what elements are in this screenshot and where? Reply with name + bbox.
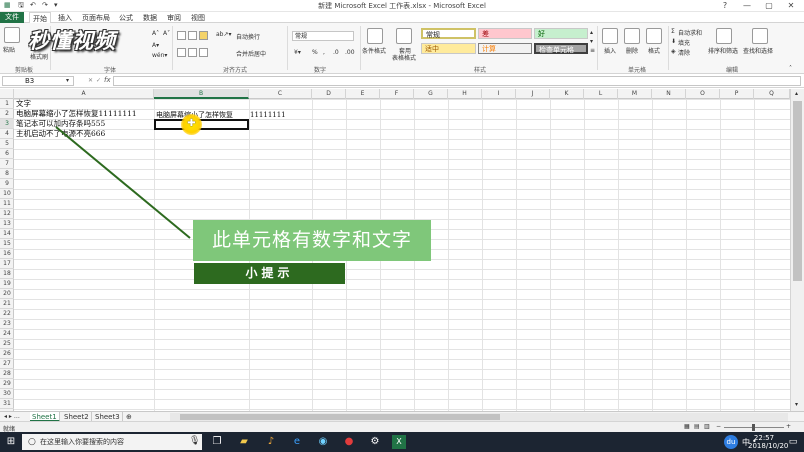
- task-view-icon[interactable]: ❐: [210, 435, 224, 449]
- microphone-icon[interactable]: 🎙: [189, 436, 200, 446]
- edge-browser-icon[interactable]: e: [290, 435, 304, 449]
- excel-taskbar-icon[interactable]: X: [392, 435, 406, 449]
- taskbar-clock[interactable]: 22:57 2018/10/20: [730, 434, 789, 450]
- settings-gear-icon[interactable]: ⚙: [368, 435, 382, 449]
- horizontal-scroll-thumb[interactable]: [180, 414, 500, 420]
- sheet-tab-bar: ◂ ▸ … Sheet1 Sheet2 Sheet3 ⊕: [0, 411, 804, 422]
- zoom-out-icon[interactable]: −: [716, 423, 721, 430]
- horizontal-scrollbar[interactable]: [170, 413, 788, 421]
- app-icon-circle[interactable]: ◉: [316, 435, 330, 449]
- zoom-slider-thumb[interactable]: [752, 424, 755, 431]
- file-explorer-icon[interactable]: ▰: [237, 435, 251, 449]
- page-break-view-icon[interactable]: ▥: [704, 423, 710, 430]
- windows-taskbar: ⊞ 在这里输入你要搜索的内容 ○ 🎙 ❐ ▰ ♪ e ◉ ● ⚙ X du 中 …: [0, 432, 804, 452]
- windows-start-icon[interactable]: ⊞: [4, 435, 18, 449]
- mouse-cursor-highlight: ✚: [181, 114, 202, 135]
- excel-window: ▦ 🖫 ↶ ↷ ▾ 新建 Microsoft Excel 工作表.xlsx - …: [0, 0, 804, 452]
- clock-date: 2018/10/20: [748, 442, 789, 450]
- normal-view-icon[interactable]: ▦: [684, 423, 690, 430]
- status-bar: 就绪 ▦ ▤ ▥ − +: [0, 421, 804, 433]
- notification-icon[interactable]: ▭: [786, 435, 800, 449]
- taskbar-search-box[interactable]: 在这里输入你要搜索的内容: [22, 434, 202, 450]
- annotation-tip-label: 小提示: [194, 263, 345, 284]
- page-layout-view-icon[interactable]: ▤: [694, 423, 700, 430]
- record-icon[interactable]: ●: [342, 435, 356, 449]
- search-icon: ○: [28, 437, 36, 447]
- annotation-callout: 此单元格有数字和文字: [193, 220, 431, 261]
- folder-media-icon[interactable]: ♪: [264, 435, 278, 449]
- zoom-in-icon[interactable]: +: [786, 423, 791, 430]
- cell-cursor-icon: ✚: [187, 118, 196, 129]
- annotation-pointer-stroke: [55, 126, 191, 239]
- clock-time: 22:57: [753, 434, 775, 442]
